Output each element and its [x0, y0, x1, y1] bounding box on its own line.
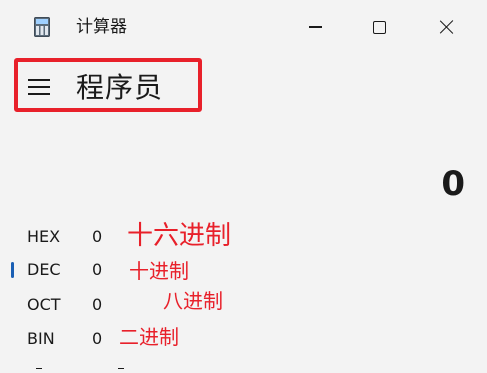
annotation-hex: 十六进制 [127, 221, 232, 251]
selection-indicator [11, 262, 14, 278]
base-label: BIN [27, 329, 55, 348]
window-title: 计算器 [76, 17, 127, 37]
base-value: 0 [92, 329, 103, 348]
base-label: OCT [27, 295, 61, 314]
base-value: 0 [92, 260, 103, 279]
maximize-button[interactable] [357, 10, 401, 44]
base-row-oct[interactable]: OCT 0 八进制 [0, 289, 487, 320]
keypad-fragment [118, 368, 124, 373]
hamburger-menu-icon [28, 79, 50, 81]
title-bar[interactable]: 计算器 [0, 0, 487, 52]
base-label: HEX [27, 227, 61, 246]
keypad-fragment [36, 368, 42, 373]
close-icon [439, 19, 455, 35]
base-label: DEC [27, 260, 61, 279]
base-row-hex[interactable]: HEX 0 十六进制 [0, 221, 487, 252]
annotation-oct: 八进制 [163, 289, 223, 313]
base-row-dec[interactable]: DEC 0 十进制 [0, 255, 487, 285]
calculator-icon [34, 17, 50, 37]
base-value: 0 [92, 227, 103, 246]
base-row-bin[interactable]: BIN 0 二进制 [0, 324, 487, 354]
maximize-icon [372, 20, 386, 34]
keypad-row-partial[interactable] [0, 364, 487, 373]
minimize-icon [308, 26, 322, 28]
minimize-button[interactable] [293, 10, 337, 44]
base-value: 0 [92, 295, 103, 314]
annotation-dec: 十进制 [129, 259, 189, 283]
close-button[interactable] [425, 10, 469, 44]
calculator-window: 计算器 程序员 0 HEX 0 十六进制 DEC 0 十进制 OCT 0 八进制… [0, 0, 487, 373]
navigation-menu-button[interactable] [26, 76, 52, 98]
mode-title: 程序员 [76, 71, 164, 104]
annotation-bin: 二进制 [119, 325, 179, 349]
result-display: 0 [441, 164, 465, 204]
